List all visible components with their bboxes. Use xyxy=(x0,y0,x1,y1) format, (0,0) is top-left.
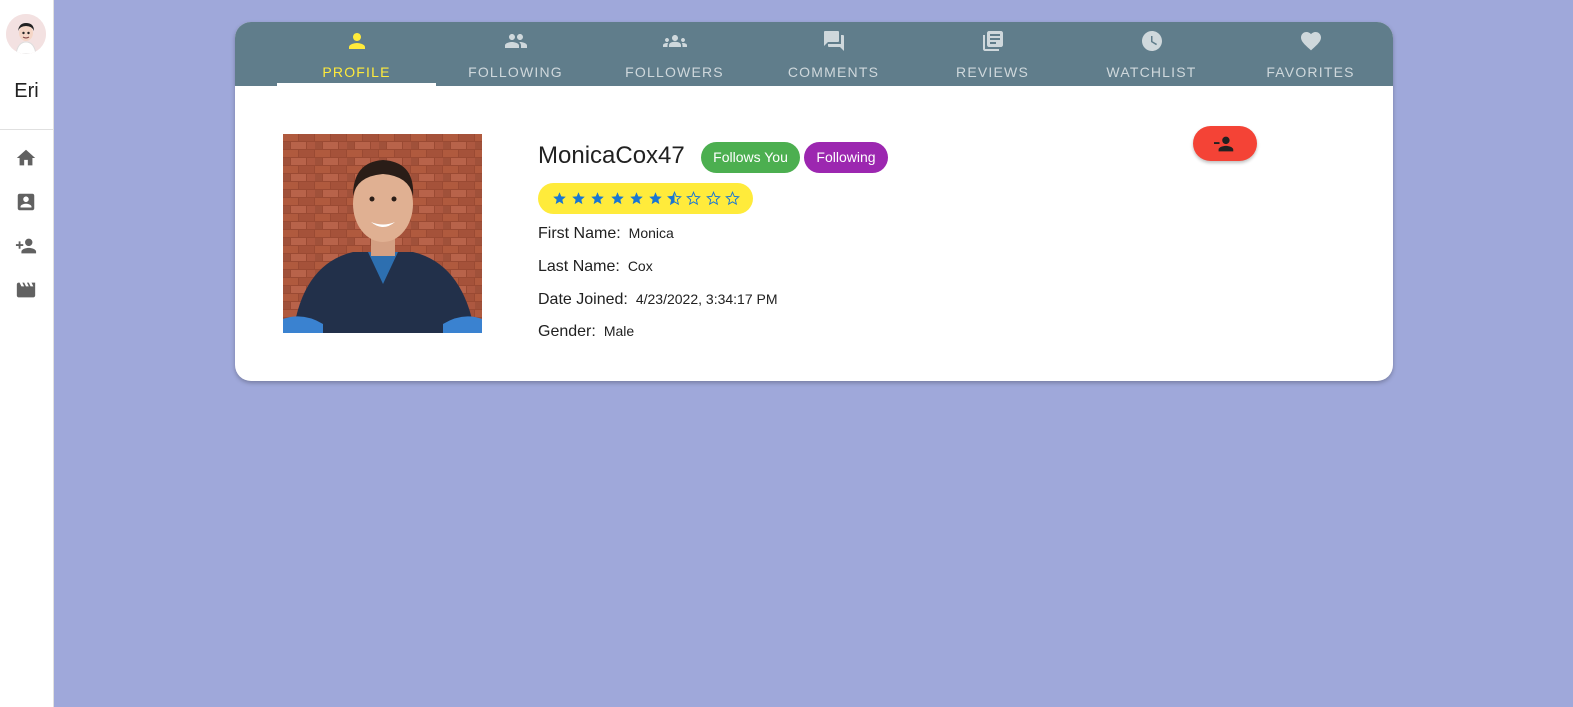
unfollow-button[interactable] xyxy=(1193,126,1257,161)
tab-label: WATCHLIST xyxy=(1106,64,1197,80)
tab-favorites[interactable]: FAVORITES xyxy=(1231,22,1390,86)
star-full-icon[interactable] xyxy=(610,191,625,206)
heart-icon xyxy=(1299,29,1323,53)
home-icon[interactable] xyxy=(15,147,37,169)
star-empty-icon[interactable] xyxy=(705,191,721,206)
star-full-icon[interactable] xyxy=(552,191,567,206)
sidebar: Eri xyxy=(0,0,54,707)
tab-label: FOLLOWING xyxy=(468,64,563,80)
tab-comments[interactable]: COMMENTS xyxy=(754,22,913,86)
date-joined-row: Date Joined: 4/23/2022, 3:34:17 PM xyxy=(538,291,778,309)
clock-icon xyxy=(1140,29,1164,53)
date-joined-value: 4/23/2022, 3:34:17 PM xyxy=(635,291,778,307)
avatar[interactable] xyxy=(6,14,46,54)
tab-following[interactable]: FOLLOWING xyxy=(436,22,595,86)
person-add-icon[interactable] xyxy=(15,235,37,257)
following-chip[interactable]: Following xyxy=(804,142,888,173)
tab-label: REVIEWS xyxy=(956,64,1029,80)
star-empty-icon[interactable] xyxy=(724,191,740,206)
tab-label: COMMENTS xyxy=(787,64,880,80)
star-full-icon[interactable] xyxy=(629,191,644,206)
profile-photo xyxy=(283,134,482,333)
person-remove-icon xyxy=(1214,136,1234,152)
tab-label: FAVORITES xyxy=(1266,64,1355,80)
tab-followers[interactable]: FOLLOWERS xyxy=(595,22,754,86)
contact-card-icon[interactable] xyxy=(15,191,37,213)
last-name-label: Last Name: xyxy=(538,258,620,275)
star-half-icon[interactable] xyxy=(667,191,683,206)
last-name-value: Cox xyxy=(627,258,653,274)
forum-icon xyxy=(822,29,846,53)
star-empty-icon[interactable] xyxy=(686,191,702,206)
tab-reviews[interactable]: REVIEWS xyxy=(913,22,1072,86)
follows-you-chip[interactable]: Follows You xyxy=(701,142,800,173)
tab-profile[interactable]: PROFILE xyxy=(277,22,436,86)
date-joined-label: Date Joined: xyxy=(538,291,628,308)
user-name-label: Eri xyxy=(14,80,39,102)
gender-label: Gender: xyxy=(538,323,596,340)
star-full-icon[interactable] xyxy=(590,191,605,206)
tab-watchlist[interactable]: WATCHLIST xyxy=(1072,22,1231,86)
groups-icon xyxy=(663,29,687,53)
library-books-icon xyxy=(981,29,1005,53)
people-icon xyxy=(504,29,528,53)
gender-value: Male xyxy=(603,323,635,339)
star-rating[interactable] xyxy=(538,183,753,214)
star-full-icon[interactable] xyxy=(648,191,663,206)
gender-row: Gender: Male xyxy=(538,323,634,341)
profile-card: PROFILE FOLLOWING FOLLOWERS COMMENTS REV… xyxy=(235,22,1393,381)
sidebar-divider xyxy=(0,129,53,130)
last-name-row: Last Name: Cox xyxy=(538,258,653,276)
first-name-label: First Name: xyxy=(538,225,621,242)
first-name-value: Monica xyxy=(628,225,674,241)
active-tab-indicator xyxy=(277,83,436,86)
star-full-icon[interactable] xyxy=(571,191,586,206)
profile-username: MonicaCox47 xyxy=(538,142,685,169)
tab-label: PROFILE xyxy=(322,64,391,80)
tab-label: FOLLOWERS xyxy=(625,64,724,80)
movie-clapper-icon[interactable] xyxy=(15,279,37,301)
first-name-row: First Name: Monica xyxy=(538,225,674,243)
tab-bar: PROFILE FOLLOWING FOLLOWERS COMMENTS REV… xyxy=(235,22,1393,86)
person-icon xyxy=(345,29,369,53)
